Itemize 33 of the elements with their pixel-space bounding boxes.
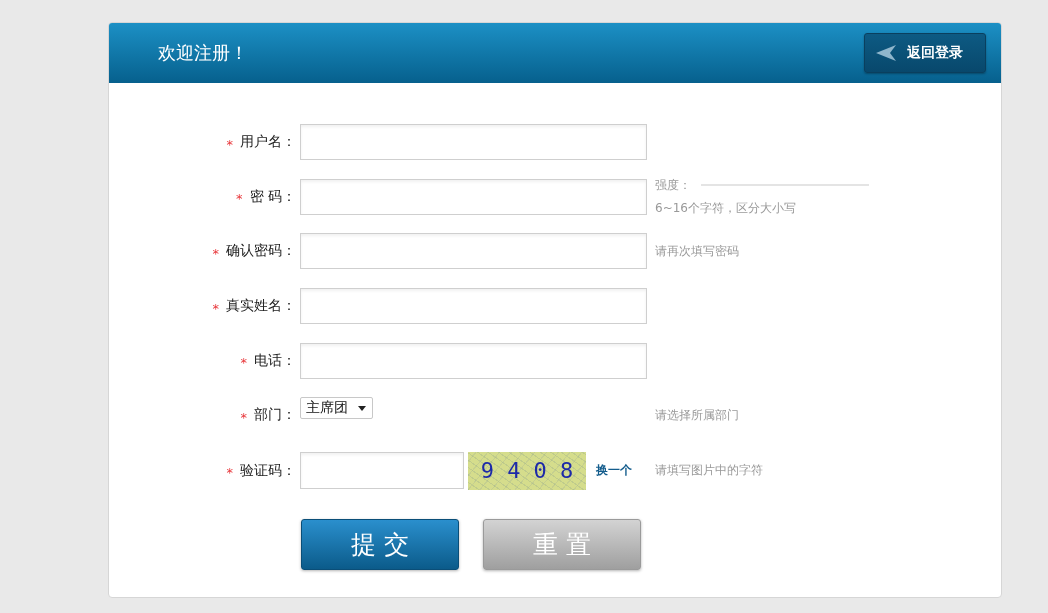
left-arrow-icon [876, 45, 896, 61]
page-title: 欢迎注册！ [158, 41, 248, 65]
input-field[interactable] [300, 233, 647, 270]
strength-label: 强度： [655, 176, 691, 194]
refresh-captcha-link[interactable]: 换一个 [596, 462, 632, 480]
caret-icon [358, 405, 366, 411]
field-label: 确认密码： [226, 242, 296, 261]
input-field[interactable] [300, 288, 647, 325]
required-mark: * [240, 355, 247, 371]
required-mark: * [212, 245, 219, 261]
hint-text: 请再次填写密码 [655, 242, 739, 260]
captcha-text: 9 4 0 8 [480, 458, 574, 484]
input-field[interactable] [300, 342, 647, 379]
back-to-login-button[interactable]: 返回登录 [864, 33, 986, 73]
hint-text: 请选择所属部门 [655, 406, 739, 424]
submit-button[interactable]: 提 交 [301, 519, 459, 571]
required-mark: * [240, 409, 247, 425]
input-field[interactable] [300, 124, 647, 160]
required-mark: * [226, 465, 233, 481]
hint-text: 6~16个字符，区分大小写 [655, 199, 797, 217]
required-mark: * [236, 191, 243, 207]
field-label: 用户名： [240, 133, 296, 151]
department-select[interactable]: 主席团 [300, 397, 373, 420]
field-label: 部门： [254, 406, 296, 425]
input-field[interactable] [300, 178, 647, 215]
hint-text: 请填写图片中的字符 [655, 462, 763, 480]
required-mark: * [212, 300, 219, 316]
required-mark: * [226, 136, 233, 152]
input-field[interactable] [300, 452, 464, 490]
field-label: 真实姓名： [226, 297, 296, 316]
field-label: 密 码： [249, 187, 296, 206]
field-label: 电话： [254, 351, 296, 370]
field-label: 验证码： [240, 461, 296, 480]
